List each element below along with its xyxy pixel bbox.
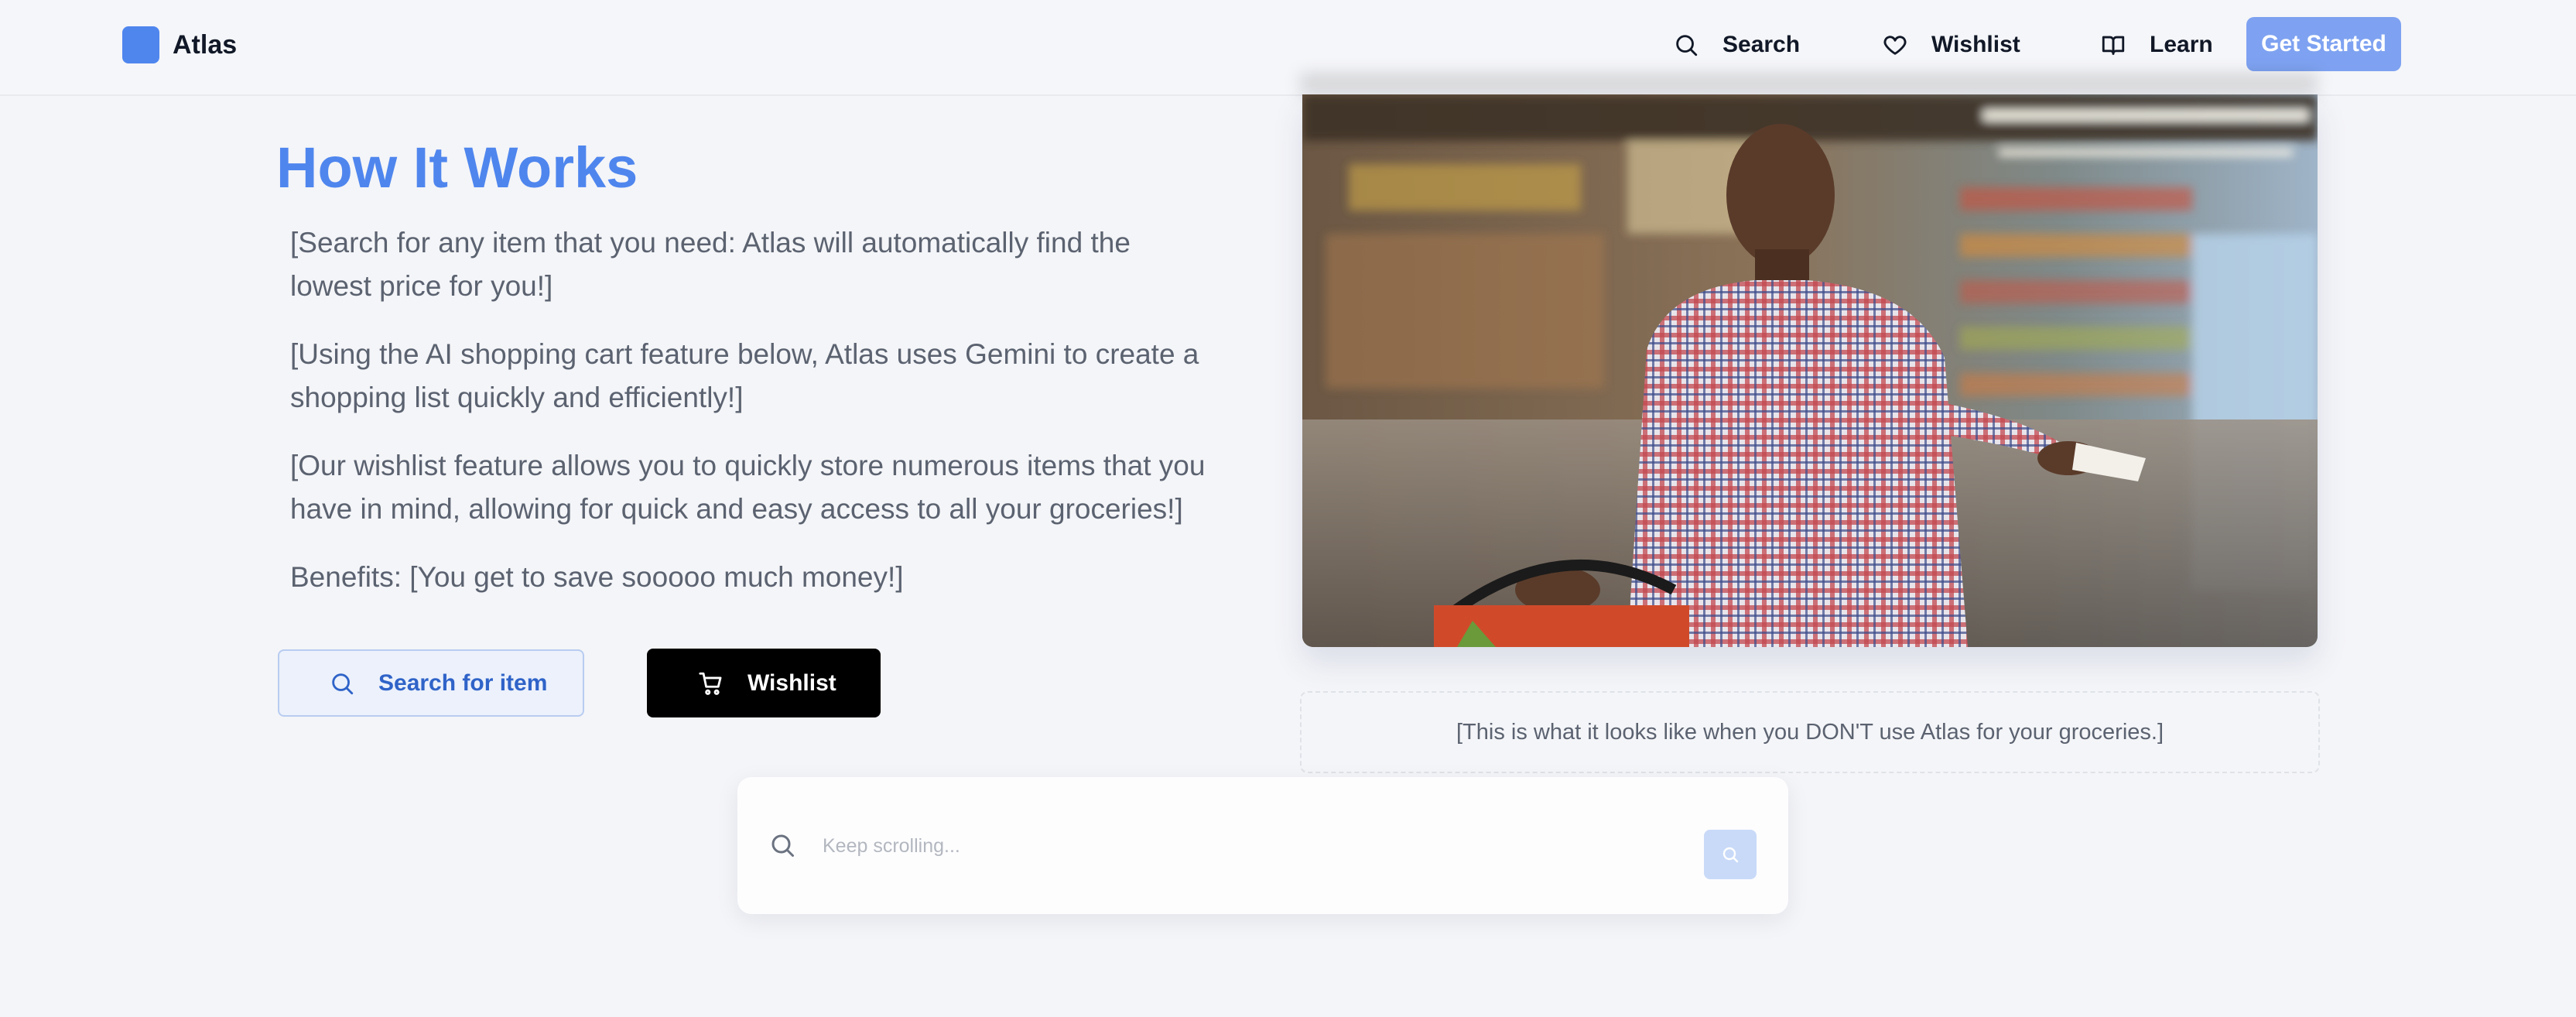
search-icon xyxy=(771,834,794,857)
logo-icon[interactable] xyxy=(122,26,159,63)
book-icon xyxy=(2102,36,2125,55)
nav-learn-label: Learn xyxy=(2150,32,2213,57)
bottom-search-bar xyxy=(737,777,1788,914)
search-submit-button[interactable] xyxy=(1704,830,1757,879)
how-it-works-paragraph: [Using the AI shopping cart feature belo… xyxy=(290,338,1199,413)
benefits-paragraph: Benefits: [You get to save sooooo much m… xyxy=(290,561,904,593)
hero-photo xyxy=(1302,94,2318,647)
get-started-button[interactable]: Get Started xyxy=(2246,17,2401,71)
brand-name[interactable]: Atlas xyxy=(173,28,237,62)
nav-search-label: Search xyxy=(1722,32,1801,57)
search-icon xyxy=(1722,847,1739,863)
nav-wishlist-label: Wishlist xyxy=(1931,32,2020,57)
heart-icon xyxy=(1883,36,1907,55)
wishlist-button[interactable]: Wishlist xyxy=(647,649,881,717)
wishlist-button-label: Wishlist xyxy=(747,669,836,696)
how-it-works-paragraph: [Search for any item that you need: Atla… xyxy=(290,227,1131,302)
search-for-item-label: Search for item xyxy=(378,669,548,696)
how-it-works-paragraph: [Our wishlist feature allows you to quic… xyxy=(290,450,1206,525)
search-for-item-button[interactable]: Search for item xyxy=(278,649,584,717)
search-input[interactable] xyxy=(821,824,1644,868)
page-title: How It Works xyxy=(276,135,638,200)
photo-caption: [This is what it looks like when you DON… xyxy=(1300,691,2320,773)
nav-wishlist-link[interactable]: Wishlist xyxy=(1882,23,2020,67)
nav-search-link[interactable]: Search xyxy=(1673,23,1800,67)
search-icon xyxy=(1676,35,1698,56)
search-icon xyxy=(332,673,354,694)
nav-learn-link[interactable]: Learn xyxy=(2100,23,2213,67)
grocery-store-illustration xyxy=(1302,94,2318,647)
cart-icon xyxy=(699,672,722,695)
